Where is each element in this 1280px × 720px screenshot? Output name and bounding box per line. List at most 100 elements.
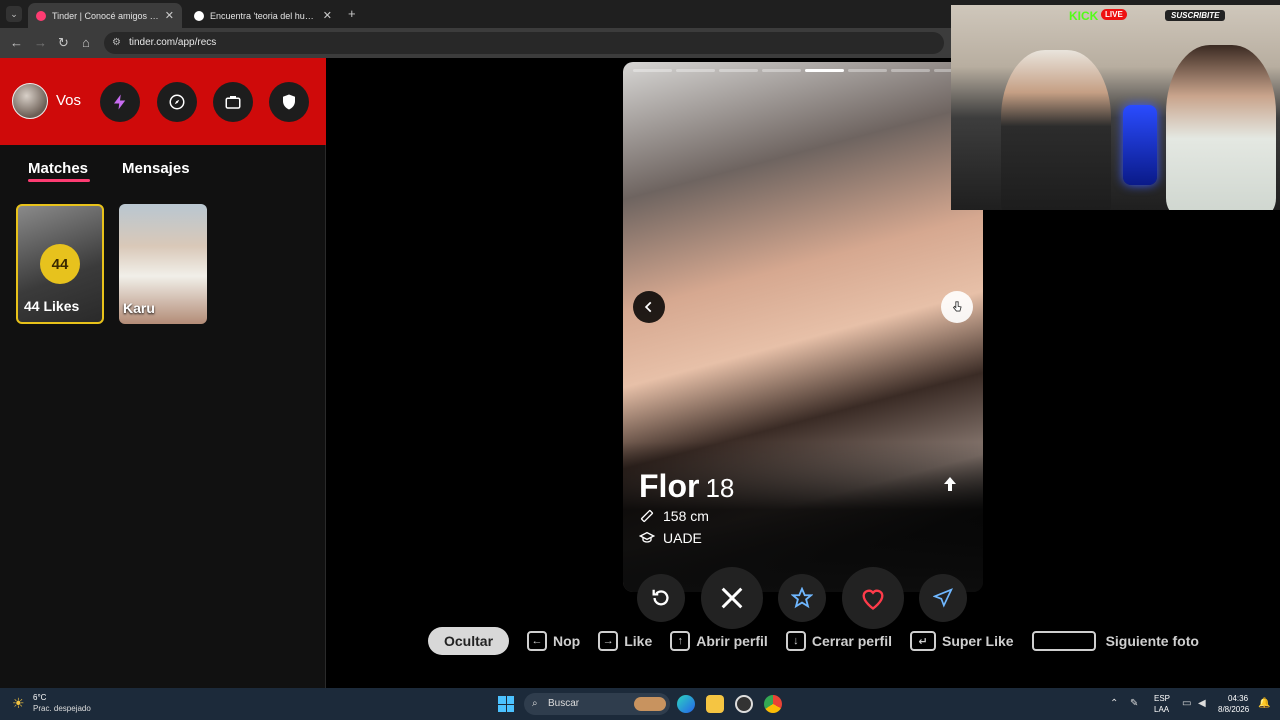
shortcut-label: Super Like: [941, 633, 1014, 649]
new-tab-icon[interactable]: +: [348, 6, 356, 22]
tinder-favicon-icon: [36, 10, 46, 21]
match-card-karu[interactable]: Karu: [119, 204, 207, 324]
profile-card[interactable]: Flor 18 158 cm UADE: [623, 62, 983, 592]
language-indicator[interactable]: ESP: [1154, 694, 1170, 703]
photo-progress-bar[interactable]: [891, 69, 930, 72]
taskbar-search[interactable]: ⌕ Buscar: [524, 693, 670, 715]
tab-title: Encuentra 'teoria del huevo' en: [210, 10, 317, 21]
active-tab-indicator: [28, 179, 90, 182]
close-icon: [721, 587, 743, 609]
weather-temperature[interactable]: 6°C: [33, 693, 46, 702]
weather-description[interactable]: Prac. despejado: [33, 704, 91, 713]
os-taskbar: ☀ 6°C Prac. despejado ⌕ Buscar ⌃ ✎ ESP L…: [0, 688, 1280, 720]
hide-shortcuts-button[interactable]: Ocultar: [428, 627, 510, 655]
url-text: tinder.com/app/recs: [129, 37, 217, 48]
shortcut-close-profile: ↓ Cerrar perfil: [785, 631, 892, 651]
obs-icon[interactable]: [735, 695, 753, 713]
shortcut-open-profile: ↑ Abrir perfil: [670, 631, 768, 651]
arrow-up-key-icon: ↑: [670, 631, 691, 651]
height-row: 158 cm: [639, 508, 709, 524]
photo-progress-bars: [633, 69, 973, 72]
photo-progress-bar[interactable]: [719, 69, 758, 72]
school-row: UADE: [639, 530, 702, 546]
photo-progress-bar[interactable]: [848, 69, 887, 72]
volume-icon[interactable]: ◀: [1198, 698, 1206, 709]
photo-progress-bar[interactable]: [805, 69, 844, 72]
home-icon[interactable]: ⌂: [82, 35, 90, 51]
tab-search-icon[interactable]: ⌄: [6, 6, 22, 22]
photo-progress-bar[interactable]: [676, 69, 715, 72]
tab-title: Tinder | Conocé amigos y gente: [52, 10, 159, 21]
weather-sun-icon[interactable]: ☀: [12, 695, 25, 712]
profile-height: 158 cm: [663, 508, 709, 524]
arrow-right-key-icon: →: [598, 631, 619, 651]
sidebar-header: Vos: [0, 58, 326, 145]
edge-icon[interactable]: [677, 695, 695, 713]
ruler-icon: [640, 509, 654, 523]
keyboard-shortcuts-bar: Ocultar ← Nop → Like ↑ Abrir perfil ↓ Cerrar…: [428, 627, 1199, 655]
avatar[interactable]: [12, 83, 48, 119]
pen-icon[interactable]: ✎: [1130, 698, 1138, 709]
nope-button[interactable]: [701, 567, 763, 629]
open-profile-button[interactable]: [943, 476, 957, 497]
star-icon: [791, 587, 813, 609]
arrow-left-key-icon: ←: [527, 631, 548, 651]
like-button[interactable]: [842, 567, 904, 629]
network-icon[interactable]: ▭: [1182, 698, 1191, 709]
browser-tab-tiktok[interactable]: Encuentra 'teoria del huevo' en ✕: [186, 3, 340, 28]
forward-icon[interactable]: →: [34, 35, 47, 51]
send-icon: [933, 588, 953, 608]
shortcut-label: Nop: [553, 633, 581, 649]
file-explorer-icon[interactable]: [706, 695, 724, 713]
site-info-icon[interactable]: ⚙: [112, 32, 121, 54]
tab-messages[interactable]: Mensajes: [122, 160, 190, 177]
super-like-button[interactable]: [778, 574, 826, 622]
close-tab-icon[interactable]: ✕: [323, 9, 332, 22]
arrow-down-key-icon: ↓: [785, 631, 806, 651]
briefcase-icon: [225, 96, 241, 109]
match-name: Karu: [123, 300, 155, 316]
reload-icon[interactable]: ↻: [58, 35, 69, 51]
chrome-icon[interactable]: [764, 695, 782, 713]
send-button[interactable]: [919, 574, 967, 622]
clock-time[interactable]: 04:36: [1228, 694, 1248, 703]
likes-card[interactable]: 44 44 Likes: [16, 204, 104, 324]
close-tab-icon[interactable]: ✕: [165, 9, 174, 22]
shortcut-label: Siguiente foto: [1105, 633, 1199, 649]
previous-photo-button[interactable]: [633, 291, 665, 323]
back-icon[interactable]: ←: [10, 35, 23, 51]
work-mode-button[interactable]: [213, 82, 253, 122]
shield-icon: [283, 94, 295, 110]
explore-button[interactable]: [157, 82, 197, 122]
shortcut-nope: ← Nop: [527, 631, 580, 651]
likes-label: 44 Likes: [24, 298, 80, 314]
windows-start-icon[interactable]: [498, 696, 514, 712]
search-placeholder: Buscar: [548, 698, 580, 709]
subscribe-badge: SUSCRIBITE: [1165, 10, 1226, 21]
tab-matches[interactable]: Matches: [28, 160, 88, 177]
tray-expand-icon[interactable]: ⌃: [1110, 698, 1118, 709]
photo-progress-bar[interactable]: [762, 69, 801, 72]
arrow-up-icon: [944, 477, 956, 491]
lightning-icon: [114, 94, 126, 110]
shortcut-label: Like: [624, 633, 653, 649]
shortcut-like: → Like: [598, 631, 652, 651]
address-bar[interactable]: ⚙ tinder.com/app/recs: [104, 32, 944, 54]
notification-bell-icon[interactable]: 🔔: [1258, 698, 1270, 709]
profile-link[interactable]: Vos: [56, 92, 81, 109]
profile-name: Flor: [639, 468, 700, 504]
safety-button[interactable]: [269, 82, 309, 122]
sidebar: Vos Matches Mensajes 44 44 Likes Karu: [0, 58, 326, 688]
next-photo-button[interactable]: [941, 291, 973, 323]
browser-tab-tinder[interactable]: Tinder | Conocé amigos y gente ✕: [28, 3, 182, 28]
rewind-button[interactable]: [637, 574, 685, 622]
photo-progress-bar[interactable]: [633, 69, 672, 72]
boost-button[interactable]: [100, 82, 140, 122]
microphone: [1123, 105, 1157, 185]
keyboard-layout-indicator[interactable]: LAA: [1154, 705, 1169, 714]
streamer-left: [1001, 50, 1111, 210]
profile-age: 18: [705, 473, 735, 503]
shortcut-label: Cerrar perfil: [811, 633, 892, 649]
clock-date[interactable]: 8/8/2026: [1218, 705, 1249, 714]
rewind-icon: [652, 589, 669, 606]
